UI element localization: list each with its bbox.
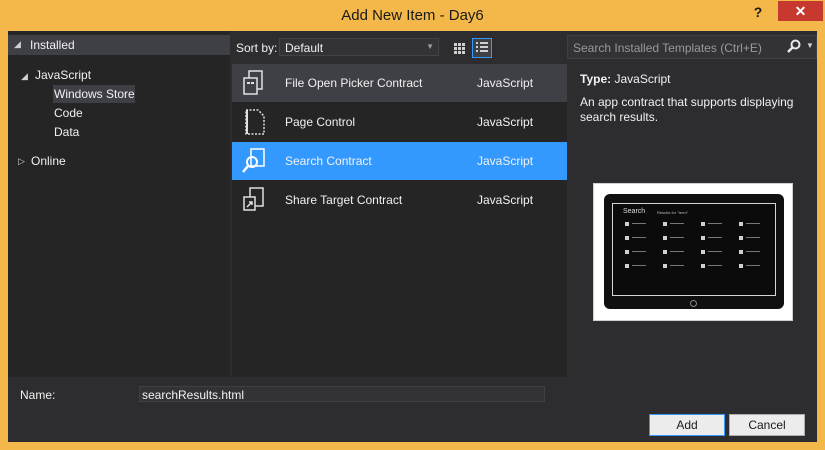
dialog-title: Add New Item - Day6 — [341, 7, 484, 24]
template-preview-image: Search Results for "term" — [593, 183, 793, 321]
tree-item-online[interactable]: Online — [31, 154, 66, 168]
preview-tile — [701, 222, 705, 226]
preview-tile-text — [670, 265, 684, 266]
preview-tile — [739, 236, 743, 240]
sort-value: Default — [285, 41, 324, 55]
preview-tile-text — [632, 237, 646, 238]
preview-tile — [739, 264, 743, 268]
preview-tile-text — [746, 237, 760, 238]
template-name: Page Control — [285, 115, 356, 129]
search-contract-icon — [242, 148, 265, 173]
page-icon — [245, 109, 265, 135]
preview-tile — [663, 236, 667, 240]
template-name: Share Target Contract — [285, 193, 403, 207]
template-language: JavaScript — [477, 154, 534, 168]
preview-tile-text — [746, 265, 760, 266]
template-name: Search Contract — [285, 154, 372, 168]
add-button[interactable]: Add — [649, 414, 725, 436]
preview-tile — [701, 250, 705, 254]
list-view-button[interactable] — [472, 38, 492, 58]
preview-tile — [663, 250, 667, 254]
help-button[interactable]: ? — [748, 4, 768, 24]
search-options-arrow-icon[interactable]: ▼ — [806, 41, 814, 50]
dialog-window: Add New Item - Day6 ? ✕ ◢ Installed ◢ Ja… — [0, 0, 825, 450]
search-placeholder: Search Installed Templates (Ctrl+E) — [573, 41, 762, 55]
preview-search-title: Search — [623, 208, 646, 215]
preview-tile-text — [708, 251, 722, 252]
preview-tile — [739, 250, 743, 254]
search-icon[interactable] — [786, 38, 802, 54]
preview-tile — [625, 264, 629, 268]
preview-tile — [625, 250, 629, 254]
tablet-illustration: Search Results for "term" — [604, 194, 784, 309]
preview-tile-text — [632, 223, 646, 224]
dialog-body: ◢ Installed ◢ JavaScript Windows Store C… — [8, 31, 817, 442]
sort-dropdown[interactable]: Default ▼ — [279, 38, 439, 56]
preview-tile-text — [632, 251, 646, 252]
share-target-icon — [243, 187, 264, 211]
preview-tile — [625, 236, 629, 240]
collapse-triangle-icon[interactable]: ◢ — [14, 39, 21, 50]
preview-search-subtitle: Results for "term" — [657, 210, 689, 215]
template-language: JavaScript — [477, 193, 534, 207]
tree-item-data[interactable]: Data — [54, 125, 79, 139]
name-field[interactable]: searchResults.html — [139, 386, 545, 402]
template-name: File Open Picker Contract — [285, 76, 423, 90]
preview-tile-text — [670, 251, 684, 252]
type-label: Type: — [580, 72, 612, 86]
tablet-home-button — [690, 300, 697, 307]
tree-item-javascript[interactable]: JavaScript — [35, 68, 91, 82]
file-picker-icon — [243, 70, 263, 95]
grid-view-button[interactable] — [449, 38, 469, 58]
preview-tile-text — [746, 223, 760, 224]
preview-tile-text — [670, 223, 684, 224]
preview-tile — [701, 236, 705, 240]
preview-tile — [663, 264, 667, 268]
preview-tile-text — [670, 237, 684, 238]
list-view-icon — [476, 42, 488, 52]
chevron-right-icon[interactable]: ▷ — [18, 156, 25, 167]
preview-tile — [663, 222, 667, 226]
tree-installed-label: Installed — [30, 38, 75, 52]
type-line: Type: JavaScript — [580, 72, 671, 86]
template-description: An app contract that supports displaying… — [580, 95, 794, 124]
preview-tile — [625, 222, 629, 226]
preview-tile-text — [746, 251, 760, 252]
template-item-search-contract[interactable]: Search Contract JavaScript — [232, 142, 567, 180]
cancel-button[interactable]: Cancel — [729, 414, 805, 436]
template-language: JavaScript — [477, 76, 534, 90]
tree-item-windows-store[interactable]: Windows Store — [53, 85, 135, 103]
type-value: JavaScript — [614, 72, 671, 86]
dropdown-arrow-icon: ▼ — [426, 42, 434, 51]
tree-item-code[interactable]: Code — [54, 106, 83, 120]
preview-tile-text — [708, 237, 722, 238]
name-label: Name: — [20, 388, 56, 402]
close-button[interactable]: ✕ — [778, 1, 823, 21]
template-item-page-control[interactable]: Page Control JavaScript — [232, 103, 567, 141]
title-bar: Add New Item - Day6 ? ✕ — [0, 0, 825, 31]
search-templates-input[interactable]: Search Installed Templates (Ctrl+E) ▼ — [567, 35, 817, 59]
preview-tile — [701, 264, 705, 268]
template-item-share-target[interactable]: Share Target Contract JavaScript — [232, 181, 567, 219]
preview-tile-text — [632, 265, 646, 266]
grid-view-icon — [454, 43, 465, 54]
template-language: JavaScript — [477, 115, 534, 129]
preview-tile — [739, 222, 743, 226]
name-field-value: searchResults.html — [142, 388, 245, 402]
tablet-screen: Search Results for "term" — [612, 203, 776, 296]
template-item-file-open-picker[interactable]: File Open Picker Contract JavaScript — [232, 64, 567, 102]
preview-tile-text — [708, 265, 722, 266]
preview-tile-text — [708, 223, 722, 224]
template-tree: ◢ Installed ◢ JavaScript Windows Store C… — [8, 31, 230, 377]
sort-by-label: Sort by: — [236, 41, 278, 55]
tree-installed-header[interactable]: ◢ Installed — [8, 35, 230, 55]
expand-triangle-icon[interactable]: ◢ — [21, 71, 28, 82]
template-list: File Open Picker Contract JavaScript Pag… — [232, 64, 567, 377]
tree-item-label: Windows Store — [54, 87, 135, 101]
